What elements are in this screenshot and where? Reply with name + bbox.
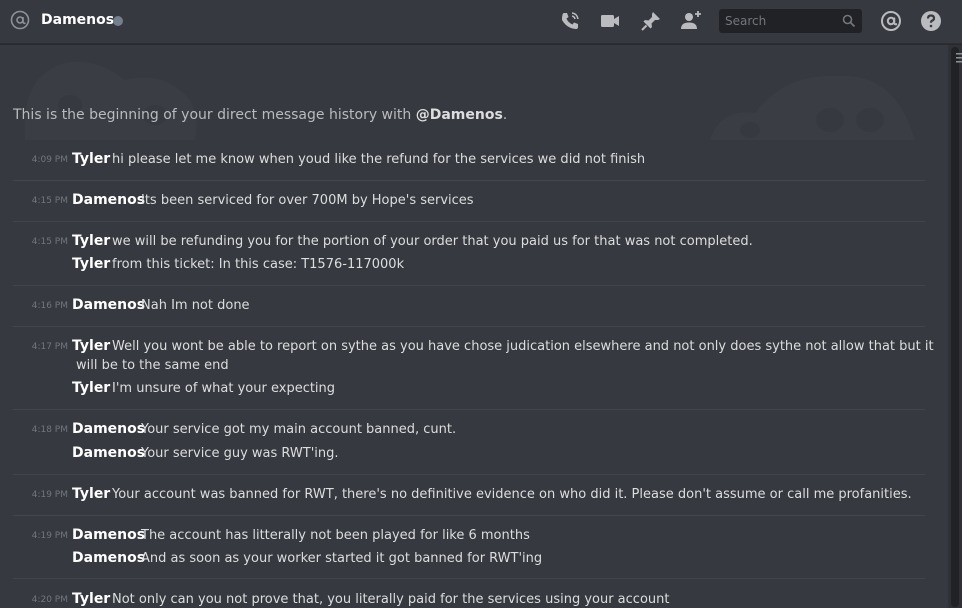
resize-grip-icon[interactable] xyxy=(956,50,962,64)
message-group: 4:19 PM Tyler Your account was banned fo… xyxy=(13,475,925,516)
message-author[interactable]: Damenos xyxy=(72,297,145,313)
intro-text: This is the beginning of your direct mes… xyxy=(13,107,416,123)
message-text: Its been serviced for over 700M by Hope'… xyxy=(141,193,474,208)
timestamp: 4:15 PM xyxy=(31,237,68,247)
message-author[interactable]: Tyler xyxy=(72,151,110,167)
message-group: 4:09 PM Tyler hi please let me know when… xyxy=(13,140,925,181)
message-scrollbar[interactable] xyxy=(948,45,962,608)
message-author[interactable]: Damenos xyxy=(72,527,145,543)
message-text: Your account was banned for RWT, there's… xyxy=(112,487,912,502)
search-icon xyxy=(842,14,856,28)
at-icon xyxy=(10,10,30,30)
message-text: will be to the same end xyxy=(76,358,229,373)
timestamp: 4:18 PM xyxy=(31,425,68,435)
message-text: from this ticket: In this case: T1576-11… xyxy=(112,257,405,272)
message-group: 4:17 PM Tyler Well you wont be able to r… xyxy=(13,327,934,410)
timestamp: 4:17 PM xyxy=(31,342,68,352)
status-indicator xyxy=(113,16,123,26)
channel-header: Damenos xyxy=(0,0,962,44)
message-author[interactable]: Tyler xyxy=(72,256,110,272)
intro-handle: @Damenos xyxy=(415,107,503,123)
message-author[interactable]: Damenos xyxy=(72,421,145,437)
intro-end: . xyxy=(502,107,508,123)
timestamp: 4:16 PM xyxy=(31,301,68,311)
dm-intro: This is the beginning of your direct mes… xyxy=(13,107,507,123)
message-text: I'm unsure of what your expecting xyxy=(112,381,336,396)
message-group: 4:20 PM Tyler Not only can you not prove… xyxy=(13,579,925,608)
mention-icon[interactable] xyxy=(879,9,903,33)
channel-title: Damenos xyxy=(41,12,115,28)
message-group: 4:19 PM Damenos The account has litteral… xyxy=(13,516,925,579)
message-author[interactable]: Damenos xyxy=(72,445,145,461)
message-text: we will be refunding you for the portion… xyxy=(112,234,753,249)
search-box[interactable] xyxy=(719,9,862,33)
message-author[interactable]: Damenos xyxy=(72,192,145,208)
message-text: Nah Im not done xyxy=(141,298,250,313)
timestamp: 4:15 PM xyxy=(31,196,68,206)
message-group: 4:15 PM Damenos Its been serviced for ov… xyxy=(13,181,925,222)
message-group: 4:16 PM Damenos Nah Im not done xyxy=(13,286,925,327)
message-group: 4:15 PM Tyler we will be refunding you f… xyxy=(13,222,925,286)
message-group: 4:18 PM Damenos Your service got my main… xyxy=(13,410,925,475)
message-text: Your service guy was RWT'ing. xyxy=(141,446,339,461)
help-icon[interactable] xyxy=(919,9,943,33)
message-text: And as soon as your worker started it go… xyxy=(141,551,543,566)
add-friend-icon[interactable] xyxy=(679,9,703,33)
message-text: The account has litterally not been play… xyxy=(141,528,530,543)
timestamp: 4:09 PM xyxy=(31,155,68,165)
message-author[interactable]: Tyler xyxy=(72,338,110,354)
message-text: Your service got my main account banned,… xyxy=(141,422,457,437)
message-author[interactable]: Tyler xyxy=(72,591,110,607)
background-decoration xyxy=(710,75,915,140)
video-icon[interactable] xyxy=(598,9,622,33)
call-icon[interactable] xyxy=(558,9,582,33)
search-input[interactable] xyxy=(719,9,837,33)
background-decoration xyxy=(24,61,197,140)
message-text: hi please let me know when youd like the… xyxy=(112,152,646,167)
message-author[interactable]: Tyler xyxy=(72,380,110,396)
message-text: Not only can you not prove that, you lit… xyxy=(112,592,670,607)
timestamp: 4:20 PM xyxy=(31,595,68,605)
pin-icon[interactable] xyxy=(639,9,663,33)
scrollbar-thumb[interactable] xyxy=(951,47,959,607)
message-author[interactable]: Tyler xyxy=(72,486,110,502)
timestamp: 4:19 PM xyxy=(31,531,68,541)
message-text: Well you wont be able to report on sythe… xyxy=(112,339,934,354)
timestamp: 4:19 PM xyxy=(31,490,68,500)
message-author[interactable]: Tyler xyxy=(72,233,110,249)
message-author[interactable]: Damenos xyxy=(72,550,145,566)
